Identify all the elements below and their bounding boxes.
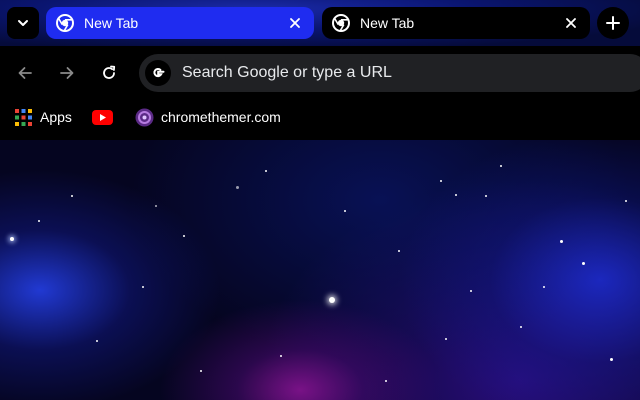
bookmark-apps[interactable]: Apps	[15, 106, 72, 128]
star	[470, 290, 472, 292]
youtube-icon	[92, 109, 113, 125]
bookmark-label: Apps	[40, 109, 72, 125]
new-tab-page-background	[0, 140, 640, 400]
tab-search-button[interactable]	[7, 7, 39, 39]
chevron-down-icon	[18, 20, 28, 26]
star	[71, 195, 73, 197]
star	[455, 194, 457, 196]
star	[236, 186, 239, 189]
star	[96, 340, 98, 342]
tab-close-button[interactable]	[562, 14, 580, 32]
close-icon	[566, 18, 576, 28]
tab-strip: New Tab New Tab	[0, 0, 640, 46]
bookmark-label: chromethemer.com	[161, 109, 281, 125]
star	[440, 180, 442, 182]
star	[582, 262, 585, 265]
star	[385, 380, 387, 382]
tab-new-tab-active[interactable]: New Tab	[46, 7, 314, 39]
star	[280, 355, 282, 357]
arrow-right-icon	[60, 67, 74, 79]
tab-close-button[interactable]	[286, 14, 304, 32]
tab-new-tab-inactive[interactable]: New Tab	[322, 7, 590, 39]
omnibox-placeholder: Search Google or type a URL	[182, 64, 392, 81]
reload-button[interactable]	[95, 59, 123, 87]
star	[398, 250, 400, 252]
tab-title: New Tab	[360, 15, 415, 31]
star	[560, 240, 563, 243]
new-tab-button[interactable]	[597, 7, 629, 39]
star	[625, 200, 627, 202]
back-button[interactable]	[11, 59, 39, 87]
star	[485, 195, 487, 197]
star	[520, 326, 522, 328]
star	[142, 286, 144, 288]
star	[344, 210, 346, 212]
toolbar: Search Google or type a URL	[0, 46, 640, 100]
plus-icon	[606, 16, 620, 30]
bookmark-chromethemer[interactable]: chromethemer.com	[135, 106, 281, 128]
omnibox[interactable]: Search Google or type a URL	[139, 54, 640, 92]
chrome-icon	[56, 14, 74, 32]
bookmarks-bar: Apps chromethemer.com	[0, 100, 640, 140]
google-g-icon	[145, 60, 171, 86]
forward-button[interactable]	[53, 59, 81, 87]
star	[38, 220, 40, 222]
chrome-icon	[332, 14, 350, 32]
tab-title: New Tab	[84, 15, 139, 31]
apps-grid-icon	[15, 108, 32, 126]
star	[200, 370, 202, 372]
star	[265, 170, 267, 172]
chromethemer-icon	[135, 108, 154, 126]
star	[183, 235, 185, 237]
star	[329, 297, 335, 303]
star	[610, 358, 613, 361]
bookmark-youtube[interactable]	[92, 106, 113, 128]
star	[500, 165, 502, 167]
star	[445, 338, 447, 340]
browser-window: New Tab New Tab Search Google or type a …	[0, 0, 640, 400]
close-icon	[290, 18, 300, 28]
star	[543, 286, 545, 288]
star	[155, 205, 157, 207]
star	[10, 237, 14, 241]
reload-icon	[103, 65, 116, 79]
arrow-left-icon	[18, 67, 32, 79]
